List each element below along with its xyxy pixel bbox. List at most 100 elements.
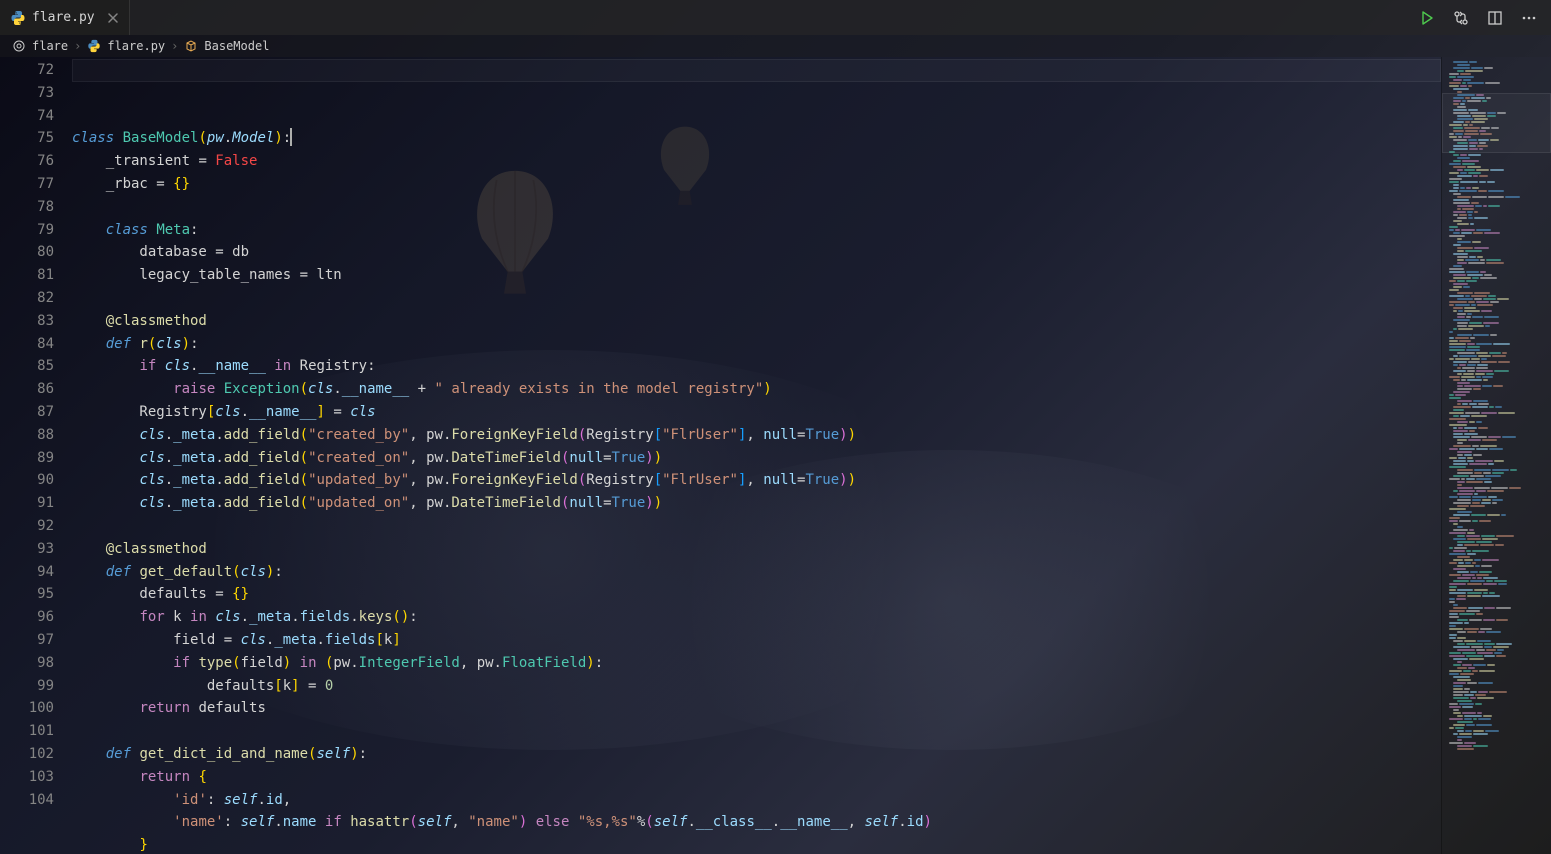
python-icon [10, 10, 26, 26]
code-line[interactable]: } [72, 834, 1441, 854]
code-line[interactable]: Registry[cls.__name__] = cls [72, 401, 1441, 424]
minimap-row [1448, 388, 1545, 390]
token [72, 495, 139, 511]
minimap-row [1448, 316, 1545, 318]
token: add_field [224, 450, 300, 466]
code-line[interactable]: cls._meta.add_field("updated_on", pw.Dat… [72, 492, 1441, 515]
split-editor-icon[interactable] [1485, 8, 1505, 28]
minimap-row [1448, 697, 1545, 699]
code-line[interactable]: 'name': self.name if hasattr(self, "name… [72, 811, 1441, 834]
code-line[interactable]: cls._meta.add_field("created_by", pw.For… [72, 424, 1441, 447]
token: ( [409, 814, 417, 830]
crumb-sep: › [171, 39, 178, 53]
code-line[interactable] [72, 515, 1441, 538]
token: cls [165, 358, 190, 374]
code-line[interactable]: cls._meta.add_field("updated_by", pw.For… [72, 469, 1441, 492]
token: class [72, 130, 114, 146]
minimap-row [1448, 610, 1545, 612]
code-line[interactable]: cls._meta.add_field("created_on", pw.Dat… [72, 447, 1441, 470]
token: . [224, 130, 232, 146]
token: . [165, 450, 173, 466]
minimap-row [1448, 451, 1545, 453]
token: ) [283, 655, 291, 671]
code-line[interactable]: legacy_table_names = ltn [72, 264, 1441, 287]
code-line[interactable]: def r(cls): [72, 333, 1441, 356]
minimap-row [1448, 637, 1545, 639]
token: ) [182, 336, 190, 352]
code-line[interactable]: 'id': self.id, [72, 789, 1441, 812]
code-line[interactable]: database = db [72, 241, 1441, 264]
line-number: 97 [0, 629, 54, 652]
code-line[interactable]: _transient = False [72, 150, 1441, 173]
minimap-row [1448, 334, 1545, 336]
code-area[interactable]: class BaseModel(pw.Model): _transient = … [72, 57, 1441, 854]
minimap[interactable] [1441, 57, 1551, 854]
code-line[interactable]: @classmethod [72, 310, 1441, 333]
token: fields [300, 609, 351, 625]
token: k [283, 678, 291, 694]
minimap-row [1448, 367, 1545, 369]
minimap-row [1448, 403, 1545, 405]
line-number: 96 [0, 606, 54, 629]
token: Meta [156, 222, 190, 238]
token [317, 655, 325, 671]
code-line[interactable]: return { [72, 766, 1441, 789]
code-line[interactable]: for k in cls._meta.fields.keys(): [72, 606, 1441, 629]
minimap-viewport[interactable] [1442, 93, 1551, 153]
code-line[interactable]: def get_default(cls): [72, 561, 1441, 584]
crumb-item[interactable]: flare.py [107, 39, 165, 53]
minimap-row [1448, 649, 1545, 651]
minimap-row [1448, 193, 1545, 195]
code-line[interactable]: _rbac = {} [72, 173, 1441, 196]
minimap-row [1448, 526, 1545, 528]
minimap-row [1448, 553, 1545, 555]
minimap-row [1448, 331, 1545, 333]
minimap-row [1448, 268, 1545, 270]
token: cls [139, 427, 164, 443]
minimap-row [1448, 406, 1545, 408]
minimap-row [1448, 541, 1545, 543]
code-line[interactable] [72, 287, 1441, 310]
minimap-row [1448, 478, 1545, 480]
minimap-row [1448, 286, 1545, 288]
token [569, 814, 577, 830]
minimap-row [1448, 592, 1545, 594]
code-line[interactable]: @classmethod [72, 538, 1441, 561]
token [316, 678, 324, 694]
minimap-row [1448, 256, 1545, 258]
code-line[interactable] [72, 196, 1441, 219]
token: "name" [468, 814, 519, 830]
token: { [198, 769, 206, 785]
code-line[interactable]: def get_dict_id_and_name(self): [72, 743, 1441, 766]
token: [ [375, 632, 383, 648]
close-tab-button[interactable] [105, 10, 121, 26]
minimap-row [1448, 163, 1545, 165]
code-line[interactable]: class BaseModel(pw.Model): [72, 127, 1441, 150]
token: . [215, 427, 223, 443]
token [426, 381, 434, 397]
git-compare-icon[interactable] [1451, 8, 1471, 28]
line-number: 83 [0, 310, 54, 333]
minimap-row [1448, 238, 1545, 240]
crumb-item[interactable]: flare [32, 39, 68, 53]
minimap-row [1448, 247, 1545, 249]
file-tab[interactable]: flare.py [0, 0, 130, 35]
token [72, 313, 106, 329]
code-line[interactable]: raise Exception(cls.__name__ + " already… [72, 378, 1441, 401]
code-line[interactable]: field = cls._meta.fields[k] [72, 629, 1441, 652]
code-line[interactable] [72, 720, 1441, 743]
minimap-row [1448, 337, 1545, 339]
code-line[interactable]: if type(field) in (pw.IntegerField, pw.F… [72, 652, 1441, 675]
code-line[interactable]: class Meta: [72, 219, 1441, 242]
code-line[interactable]: defaults = {} [72, 583, 1441, 606]
crumb-item[interactable]: BaseModel [204, 39, 269, 53]
minimap-row [1448, 601, 1545, 603]
more-actions-icon[interactable] [1519, 8, 1539, 28]
token: ) [839, 427, 847, 443]
code-line[interactable]: return defaults [72, 697, 1441, 720]
token: . [257, 792, 265, 808]
code-line[interactable]: if cls.__name__ in Registry: [72, 355, 1441, 378]
run-icon[interactable] [1417, 8, 1437, 28]
code-line[interactable]: defaults[k] = 0 [72, 675, 1441, 698]
minimap-row [1448, 616, 1545, 618]
